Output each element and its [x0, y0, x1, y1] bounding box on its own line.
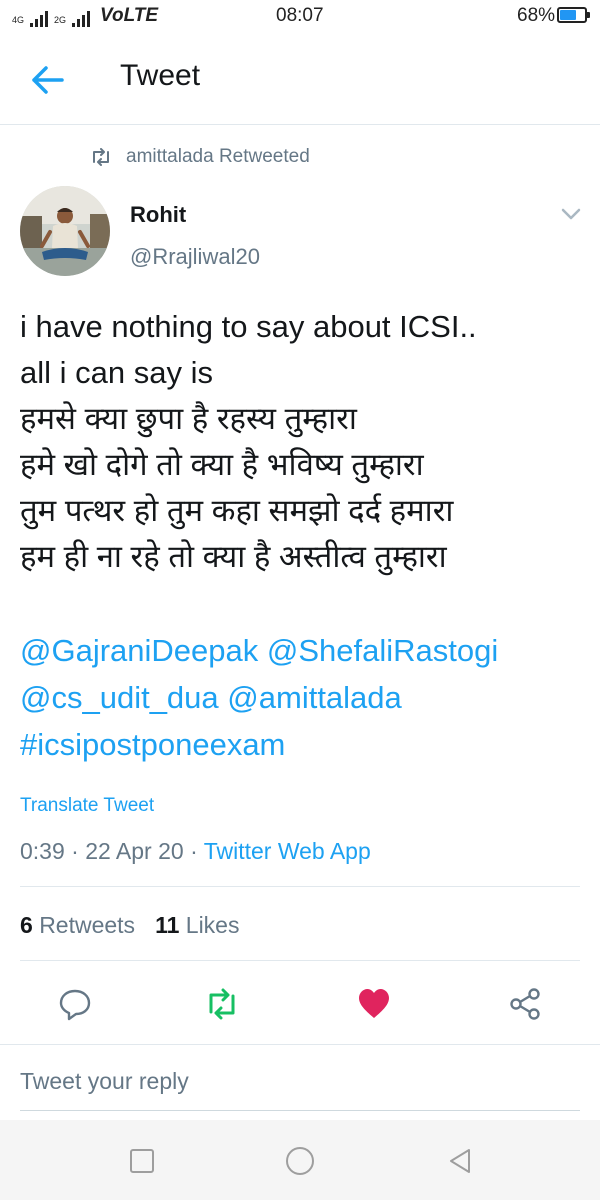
tweet-mentions: @GajraniDeepak @ShefaliRastogi @cs_udit_… [20, 627, 590, 768]
retweet-small-icon [93, 148, 109, 166]
reply-icon [59, 989, 91, 1021]
system-nav-bar [0, 1120, 600, 1200]
network-type-top: 4G [12, 15, 25, 25]
more-options-button[interactable] [558, 204, 584, 224]
tweet-line: all i can say is [20, 355, 213, 390]
heart-icon [359, 989, 389, 1018]
share-icon [510, 988, 540, 1020]
chevron-down-icon [561, 208, 581, 220]
battery-percent: 68% [517, 5, 556, 26]
signal-icon [30, 11, 49, 27]
clock: 08:07 [276, 5, 324, 26]
meta-separator: · [183, 838, 204, 864]
tweet-text: i have nothing to say about ICSI.. all i… [20, 304, 590, 580]
tweet-meta: 0:39 · 22 Apr 20 · Twitter Web App [20, 838, 371, 865]
tweet-source-link[interactable]: Twitter Web App [204, 838, 371, 864]
tweet-line: i have nothing to say about ICSI.. [20, 309, 477, 344]
square-icon [130, 1149, 154, 1173]
likes-count: 11 [155, 912, 180, 938]
mention-link[interactable]: @ShefaliRastogi [267, 633, 498, 668]
retweet-button[interactable] [204, 986, 240, 1022]
retweet-icon [209, 988, 235, 1020]
recent-apps-button[interactable] [127, 1146, 157, 1176]
circle-icon [286, 1147, 314, 1175]
back-arrow-icon [32, 66, 64, 94]
like-button[interactable] [356, 986, 392, 1022]
tweet-line: हमे खो दोगे तो क्या है भविष्य तुम्हारा [20, 447, 424, 482]
mention-link[interactable]: @GajraniDeepak [20, 633, 258, 668]
hashtag-link[interactable]: #icsipostponeexam [20, 727, 285, 762]
network-type-bottom: 2G [54, 15, 67, 25]
meta-separator: · [64, 838, 86, 864]
divider [20, 886, 580, 887]
volte-label: VoLTE [100, 5, 159, 26]
mention-link[interactable]: @cs_udit_dua [20, 680, 219, 715]
reply-button[interactable] [57, 986, 93, 1022]
author-name[interactable]: Rohit [130, 202, 186, 228]
battery-icon [557, 7, 590, 23]
retweet-context[interactable]: amittalada Retweeted [90, 146, 310, 168]
retweets-count: 6 [20, 912, 33, 938]
tweet-time: 0:39 [20, 838, 65, 864]
mention-link[interactable]: @amittalada [227, 680, 402, 715]
status-bar: 4G 2G VoLTE 08:07 68% [0, 0, 600, 32]
back-nav-button[interactable] [445, 1146, 475, 1176]
tweet-actions [0, 970, 600, 1040]
translate-tweet-link[interactable]: Translate Tweet [20, 795, 154, 817]
tweet-line: तुम पत्थर हो तुम कहा समझो दर्द हमारा [20, 493, 454, 528]
reply-underline [20, 1110, 580, 1111]
retweets-label: Retweets [39, 912, 136, 938]
home-button[interactable] [285, 1146, 315, 1176]
author-handle[interactable]: @Rrajliwal20 [130, 244, 260, 270]
retweet-context-text: amittalada Retweeted [126, 146, 310, 167]
likes-stat[interactable]: 11 Likes [155, 912, 239, 939]
avatar-image [20, 186, 110, 276]
reply-input[interactable]: Tweet your reply [20, 1068, 189, 1095]
tweet-date: 22 Apr 20 [85, 838, 184, 864]
signal-icon-2 [72, 11, 91, 27]
divider [20, 960, 580, 961]
tweet-line: हमसे क्या छुपा है रहस्य तुम्हारा [20, 401, 357, 436]
triangle-back-icon [450, 1149, 470, 1173]
tweet-stats: 6 Retweets 11 Likes [20, 912, 239, 939]
back-button[interactable] [28, 60, 68, 100]
share-button[interactable] [507, 986, 543, 1022]
header: Tweet [0, 32, 600, 125]
network-indicators: 4G 2G VoLTE [12, 5, 158, 27]
tweet-line: हम ही ना रहे तो क्या है अस्तीत्व तुम्हार… [20, 539, 447, 574]
avatar[interactable] [20, 186, 110, 276]
divider [0, 1044, 600, 1045]
likes-label: Likes [185, 912, 240, 938]
retweets-stat[interactable]: 6 Retweets [20, 912, 135, 939]
page-title: Tweet [120, 59, 201, 92]
